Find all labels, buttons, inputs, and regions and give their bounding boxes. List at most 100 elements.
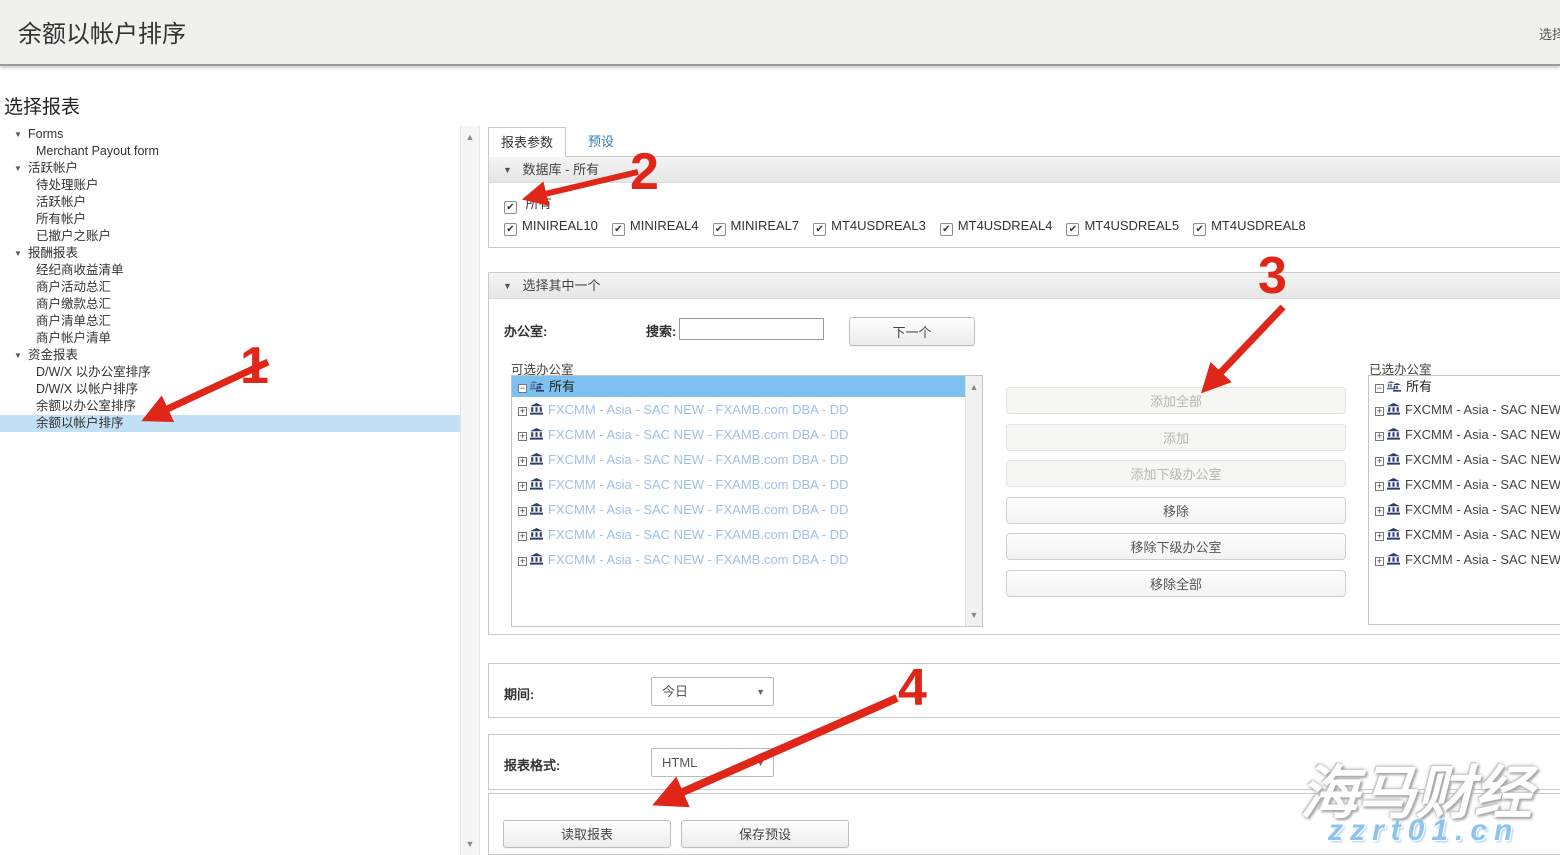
header-right-link[interactable]: 选择 bbox=[1539, 24, 1560, 43]
tree-parent-item[interactable]: ▼报酬报表 bbox=[0, 245, 460, 262]
office-item[interactable]: +FXCMM - Asia - SAC NEW - bbox=[1369, 472, 1560, 497]
tree-item[interactable]: 商户帐户清单 bbox=[0, 330, 460, 347]
tree-collapse-icon[interactable]: ▼ bbox=[14, 245, 24, 262]
scroll-down-icon[interactable]: ▼ bbox=[461, 839, 479, 849]
expand-box-icon[interactable]: + bbox=[518, 432, 527, 441]
scroll-up-icon[interactable]: ▲ bbox=[461, 132, 479, 142]
transfer-button-4[interactable]: 移除 bbox=[1006, 497, 1346, 524]
tree-item[interactable]: 待处理账户 bbox=[0, 177, 460, 194]
tree-item[interactable]: 已撤户之账户 bbox=[0, 228, 460, 245]
format-select[interactable]: HTML ▼ bbox=[651, 748, 774, 777]
database-checkbox[interactable]: ✔ bbox=[1193, 223, 1206, 236]
transfer-button-6[interactable]: 移除全部 bbox=[1006, 570, 1346, 597]
next-button[interactable]: 下一个 bbox=[849, 317, 975, 346]
main-scrollbar[interactable]: ▲ ▼ bbox=[460, 126, 480, 855]
tree-parent-item[interactable]: ▼活跃帐户 bbox=[0, 160, 460, 177]
office-root-item[interactable]: −所有 bbox=[1369, 376, 1560, 397]
tree-item[interactable]: D/W/X 以帐户排序 bbox=[0, 381, 460, 398]
tree-item-label: 活跃帐户 bbox=[36, 195, 86, 209]
bank-icon bbox=[530, 478, 543, 490]
tree-item-label: 所有帐户 bbox=[36, 212, 86, 226]
database-checkbox[interactable]: ✔ bbox=[713, 223, 726, 236]
tree-item[interactable]: 商户清单总汇 bbox=[0, 313, 460, 330]
annotation-step-3: 3 bbox=[1258, 246, 1287, 306]
all-databases-checkbox[interactable]: ✔ bbox=[504, 201, 517, 214]
office-item[interactable]: +FXCMM - Asia - SAC NEW - bbox=[1369, 522, 1560, 547]
office-item[interactable]: +FXCMM - Asia - SAC NEW - bbox=[1369, 422, 1560, 447]
tree-parent-item[interactable]: ▼资金报表 bbox=[0, 347, 460, 364]
tree-item[interactable]: 商户活动总汇 bbox=[0, 279, 460, 296]
tree-item[interactable]: 余额以办公室排序 bbox=[0, 398, 460, 415]
available-list-scrollbar[interactable]: ▲ ▼ bbox=[965, 376, 982, 626]
bank-icon bbox=[530, 503, 543, 515]
database-checkbox[interactable]: ✔ bbox=[940, 223, 953, 236]
load-report-button[interactable]: 读取报表 bbox=[503, 820, 671, 848]
office-item[interactable]: + FXCMM - Asia - SAC NEW - FXAMB.com DBA … bbox=[512, 522, 965, 547]
page-title: 余额以帐户排序 bbox=[18, 14, 186, 49]
expand-box-icon[interactable]: + bbox=[1375, 457, 1384, 466]
expand-box-icon[interactable]: + bbox=[1375, 532, 1384, 541]
search-label: 搜索: bbox=[646, 321, 676, 340]
expand-box-icon[interactable]: + bbox=[1375, 507, 1384, 516]
office-group-icon bbox=[530, 380, 544, 392]
database-checkbox[interactable]: ✔ bbox=[1066, 223, 1079, 236]
office-section-header[interactable]: ▼ 选择其中一个 bbox=[489, 273, 1560, 299]
tab-report-params[interactable]: 报表参数 bbox=[488, 127, 566, 157]
database-label: MINIREAL10 bbox=[522, 218, 598, 233]
tree-collapse-icon[interactable]: ▼ bbox=[14, 126, 24, 143]
office-item[interactable]: +FXCMM - Asia - SAC NEW - FXAMB.com DBA … bbox=[512, 422, 965, 447]
expand-box-icon[interactable]: + bbox=[518, 482, 527, 491]
database-checkbox[interactable]: ✔ bbox=[504, 223, 517, 236]
expand-box-icon[interactable]: + bbox=[518, 532, 527, 541]
tree-item-label: 余额以帐户排序 bbox=[36, 416, 124, 430]
database-checkbox[interactable]: ✔ bbox=[813, 223, 826, 236]
office-root-item[interactable]: −所有 bbox=[512, 376, 965, 397]
expand-box-icon[interactable]: + bbox=[518, 407, 527, 416]
save-preset-button[interactable]: 保存预设 bbox=[681, 820, 849, 848]
available-offices-listbox: −所有 + FXCMM - Asia - SAC NEW - FXAMB.com D… bbox=[511, 375, 983, 627]
tab-presets[interactable]: 预设 bbox=[570, 127, 632, 157]
tree-collapse-icon[interactable]: ▼ bbox=[14, 160, 24, 177]
bank-icon bbox=[1387, 553, 1400, 565]
expand-box-icon[interactable]: + bbox=[1375, 557, 1384, 566]
expand-box-icon[interactable]: + bbox=[518, 507, 527, 516]
office-item[interactable]: +FXCMM - Asia - SAC NEW - FXAMB.com DBA … bbox=[512, 397, 965, 422]
tree-item[interactable]: 所有帐户 bbox=[0, 211, 460, 228]
bank-icon bbox=[1387, 503, 1400, 515]
office-item[interactable]: + FXCMM - Asia - SAC NEW - bbox=[1369, 547, 1560, 572]
database-checkbox[interactable]: ✔ bbox=[612, 223, 625, 236]
expand-box-icon[interactable]: + bbox=[518, 457, 527, 466]
office-item[interactable]: +FXCMM - Asia - SAC NEW - bbox=[1369, 447, 1560, 472]
expand-box-icon[interactable]: + bbox=[1375, 407, 1384, 416]
expand-box-icon[interactable]: + bbox=[1375, 482, 1384, 491]
search-input[interactable] bbox=[679, 318, 824, 340]
scroll-up-icon[interactable]: ▲ bbox=[966, 382, 982, 392]
tree-item[interactable]: 商户缴款总汇 bbox=[0, 296, 460, 313]
collapse-box-icon[interactable]: − bbox=[518, 384, 527, 393]
scroll-down-icon[interactable]: ▼ bbox=[966, 610, 982, 620]
tree-item[interactable]: 经纪商收益清单 bbox=[0, 262, 460, 279]
office-item[interactable]: +FXCMM - Asia - SAC NEW - bbox=[1369, 397, 1560, 422]
office-item[interactable]: +FXCMM - Asia - SAC NEW - FXAMB.com DBA … bbox=[512, 447, 965, 472]
expand-box-icon[interactable]: + bbox=[518, 557, 527, 566]
office-item[interactable]: +FXCMM - Asia - SAC NEW - FXAMB.com DBA … bbox=[512, 547, 965, 572]
database-label: MT4USDREAL8 bbox=[1211, 218, 1306, 233]
tree-item[interactable]: 余额以帐户排序 bbox=[0, 415, 460, 432]
watermark-url: zzrt01.cn bbox=[1328, 814, 1519, 848]
collapse-box-icon[interactable]: − bbox=[1375, 384, 1384, 393]
office-item-label: FXCMM - Asia - SAC NEW - FXAMB.com DBA -… bbox=[548, 527, 848, 542]
period-select[interactable]: 今日 ▼ bbox=[651, 677, 774, 706]
office-item-label: FXCMM - Asia - SAC NEW - bbox=[1405, 502, 1560, 517]
office-item[interactable]: +FXCMM - Asia - SAC NEW - FXAMB.com DBA … bbox=[512, 472, 965, 497]
tree-parent-item[interactable]: ▼Forms bbox=[0, 126, 460, 143]
tree-item[interactable]: D/W/X 以办公室排序 bbox=[0, 364, 460, 381]
expand-box-icon[interactable]: + bbox=[1375, 432, 1384, 441]
tree-item[interactable]: 活跃帐户 bbox=[0, 194, 460, 211]
office-item[interactable]: +FXCMM - Asia - SAC NEW - FXAMB.com DBA … bbox=[512, 497, 965, 522]
select-report-heading: 选择报表 bbox=[4, 92, 80, 119]
office-item[interactable]: + FXCMM - Asia - SAC NEW - bbox=[1369, 497, 1560, 522]
tree-collapse-icon[interactable]: ▼ bbox=[14, 347, 24, 364]
transfer-button-5[interactable]: 移除下级办公室 bbox=[1006, 533, 1346, 560]
office-item-label: FXCMM - Asia - SAC NEW - bbox=[1405, 552, 1560, 567]
tree-item[interactable]: Merchant Payout form bbox=[0, 143, 460, 160]
